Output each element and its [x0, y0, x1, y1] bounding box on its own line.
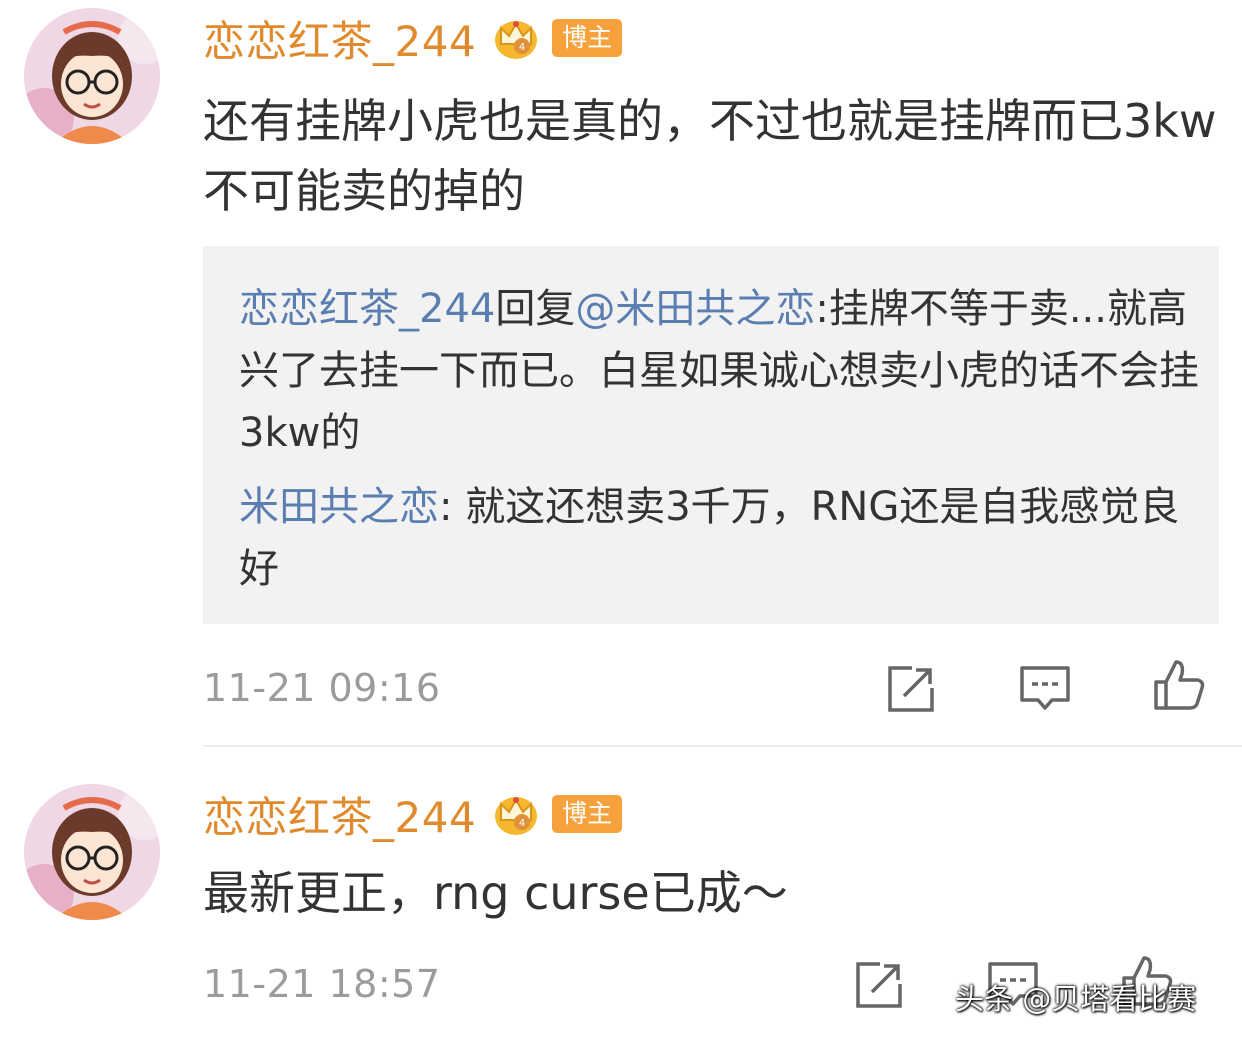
original-user-link[interactable]: 米田共之恋 — [239, 484, 439, 530]
watermark: 头条 @贝塔看比赛 — [955, 982, 1197, 1016]
share-icon[interactable] — [852, 958, 906, 1012]
blogger-badge: 博主 — [552, 795, 623, 833]
reply-user-link[interactable]: 恋恋红茶_244 — [239, 286, 495, 332]
author-name[interactable]: 恋恋红茶_244 — [203, 784, 476, 845]
comment-text: 最新更正，rng curse已成～ — [203, 866, 788, 920]
share-icon[interactable] — [884, 662, 938, 716]
like-icon[interactable] — [1152, 658, 1206, 712]
avatar-girl-icon — [24, 784, 160, 920]
original-comment-text: 米田共之恋: 就这还想卖3千万，RNG还是自我感觉良好 — [239, 476, 1199, 600]
svg-text:4: 4 — [519, 42, 525, 53]
avatar[interactable] — [24, 8, 160, 144]
timestamp: 11-21 09:16 — [203, 666, 441, 710]
avatar-girl-icon — [24, 8, 160, 144]
comment-text: 还有挂牌小虎也是真的，不过也就是挂牌而已3kw不可能卖的掉的 — [203, 94, 1217, 218]
quoted-reply-box[interactable]: 恋恋红茶_244回复@米田共之恋:挂牌不等于卖...就高兴了去挂一下而已。白星如… — [203, 246, 1219, 624]
reply-target-link[interactable]: @米田共之恋 — [575, 286, 815, 332]
author-line: 恋恋红茶_244 4 博主 — [203, 784, 623, 845]
avatar[interactable] — [24, 784, 160, 920]
crown-vip-icon: 4 — [495, 21, 538, 59]
reply-text: 恋恋红茶_244回复@米田共之恋:挂牌不等于卖...就高兴了去挂一下而已。白星如… — [239, 278, 1199, 464]
author-line: 恋恋红茶_244 4 博主 — [203, 8, 623, 69]
timestamp: 11-21 18:57 — [203, 962, 441, 1006]
reply-word: 回复 — [495, 286, 576, 332]
crown-vip-icon: 4 — [495, 797, 538, 835]
comment-icon[interactable] — [1018, 662, 1072, 716]
svg-text:4: 4 — [519, 818, 525, 829]
author-name[interactable]: 恋恋红茶_244 — [203, 8, 476, 69]
comment-divider — [203, 745, 1242, 747]
blogger-badge: 博主 — [552, 19, 623, 57]
